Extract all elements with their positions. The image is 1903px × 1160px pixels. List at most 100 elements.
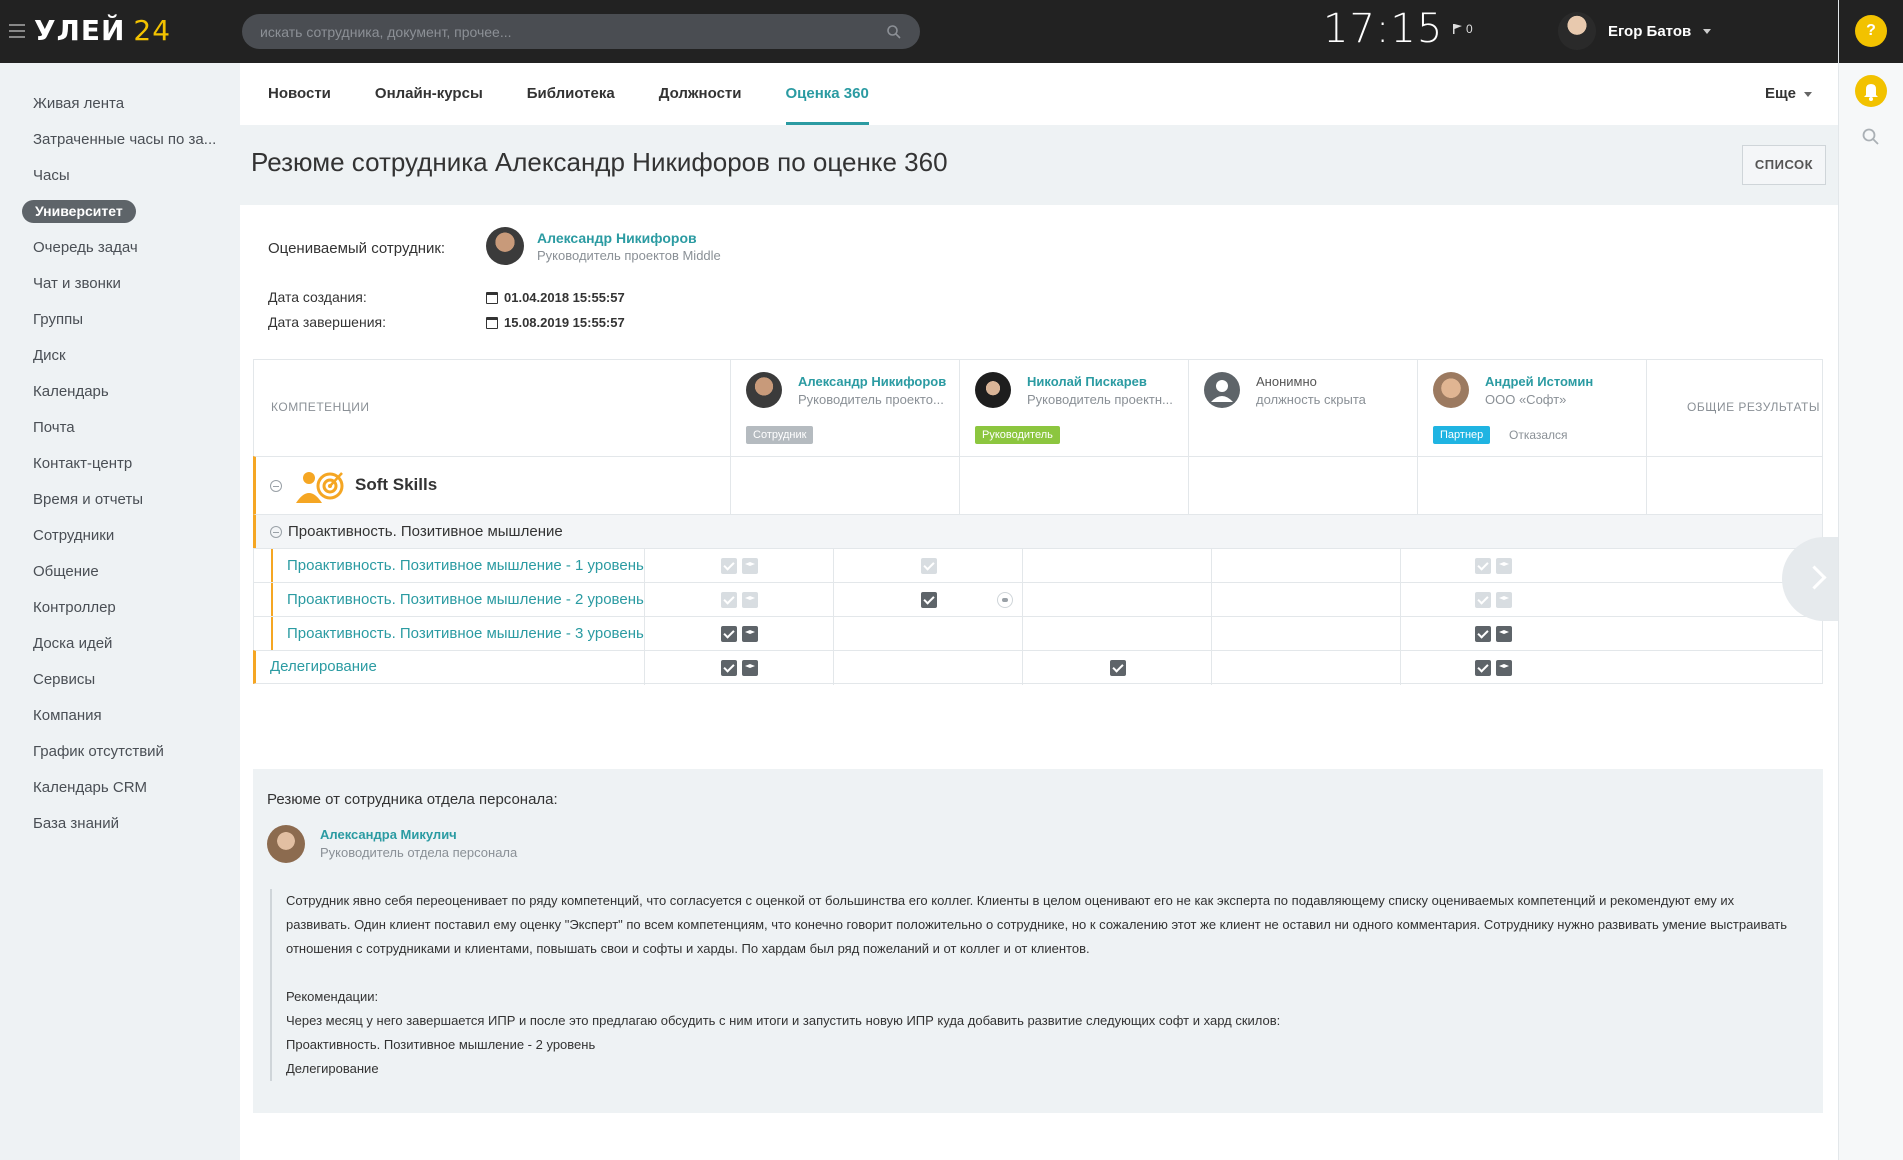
sidebar-item[interactable]: Почта: [0, 414, 235, 450]
sidebar-item[interactable]: Общение: [0, 558, 235, 594]
help-button[interactable]: ?: [1855, 15, 1887, 47]
sidebar-item[interactable]: График отсутствий: [0, 738, 235, 774]
competency-link[interactable]: Проактивность. Позитивное мышление - 1 у…: [287, 557, 644, 574]
recommendation-line: Делегирование: [286, 1061, 379, 1076]
sidebar-item[interactable]: Контакт-центр: [0, 450, 235, 486]
sidebar-item[interactable]: Сотрудники: [0, 522, 235, 558]
graduation-cap-icon: [742, 626, 758, 642]
tab-bar: Новости Онлайн-курсы Библиотека Должности Оц…: [240, 63, 1838, 125]
evaluator-name[interactable]: Андрей Истомин: [1485, 374, 1593, 389]
collapse-icon[interactable]: [270, 526, 282, 538]
menu-icon[interactable]: [9, 24, 25, 38]
check-icon: [921, 558, 937, 574]
more-menu[interactable]: Еще: [1765, 63, 1812, 125]
sidebar-item[interactable]: Сервисы: [0, 666, 235, 702]
search-bar: [242, 14, 920, 49]
sidebar-item[interactable]: Компания: [0, 702, 235, 738]
table-row: Проактивность. Позитивное мышление - 3 у…: [253, 616, 1823, 651]
finished-date: 15.08.2019 15:55:57: [486, 315, 625, 330]
user-menu[interactable]: Егор Батов: [1558, 12, 1712, 50]
author-avatar[interactable]: [267, 825, 305, 863]
evaluator-name[interactable]: Николай Пискарев: [1027, 374, 1147, 389]
sidebar-item-label: Живая лента: [33, 95, 125, 112]
created-value: 01.04.2018 15:55:57: [504, 290, 625, 305]
sidebar-item-label: Университет: [22, 200, 136, 223]
role-badge: Партнер: [1433, 426, 1491, 444]
sidebar-item-label: Доска идей: [33, 635, 113, 652]
sidebar-item[interactable]: Университет: [0, 198, 235, 234]
competency-link[interactable]: Проактивность. Позитивное мышление - 3 у…: [287, 625, 644, 642]
search-icon[interactable]: [1861, 127, 1881, 147]
table-row: Делегирование: [253, 650, 1823, 685]
logo-number: 24: [133, 14, 172, 47]
sidebar-item-label: Контакт-центр: [33, 455, 133, 472]
sidebar-item[interactable]: Доска идей: [0, 630, 235, 666]
check-icon: [921, 592, 937, 608]
sidebar-item[interactable]: Живая лента: [0, 90, 235, 126]
created-date: 01.04.2018 15:55:57: [486, 290, 625, 305]
check-icon: [721, 626, 737, 642]
soft-skills-icon: [296, 472, 344, 503]
search-icon[interactable]: [886, 24, 902, 40]
flag-count: 0: [1466, 22, 1473, 36]
sidebar-item[interactable]: Диск: [0, 342, 235, 378]
evaluated-position: Руководитель проектов Middle: [537, 248, 721, 263]
sidebar-item[interactable]: Часы: [0, 162, 235, 198]
graduation-cap-icon: [742, 660, 758, 676]
sidebar-item-label: График отсутствий: [33, 743, 164, 760]
help-area: ?: [1839, 0, 1903, 63]
tab[interactable]: Оценка 360: [785, 63, 870, 125]
summary-paragraph: Сотрудник явно себя переоценивает по ряд…: [286, 893, 1787, 956]
competencies-header: КОМПЕТЕНЦИИ: [271, 400, 370, 414]
author-name[interactable]: Александра Микулич: [320, 827, 457, 842]
sidebar-item[interactable]: Календарь CRM: [0, 774, 235, 810]
evaluator-name: Анонимно: [1256, 374, 1317, 389]
logo[interactable]: УЛЕЙ 24: [34, 14, 171, 47]
competency-link[interactable]: Делегирование: [270, 658, 377, 675]
list-button[interactable]: СПИСОК: [1742, 145, 1826, 185]
check-icon: [1475, 592, 1491, 608]
sidebar-item[interactable]: Группы: [0, 306, 235, 342]
sidebar-item-label: Почта: [33, 419, 75, 436]
recommendation-line: Проактивность. Позитивное мышление - 2 у…: [286, 1037, 596, 1052]
sidebar-item-label: Группы: [33, 311, 83, 328]
check-icon: [721, 660, 737, 676]
notifications-flag[interactable]: 0: [1453, 22, 1473, 36]
page-title: Резюме сотрудника Александр Никифоров по…: [251, 147, 948, 177]
calendar-icon: [486, 291, 498, 304]
user-name: Егор Батов: [1608, 22, 1692, 40]
sidebar-item[interactable]: Затраченные часы по за...: [0, 126, 235, 162]
logo-text: УЛЕЙ: [34, 14, 126, 47]
sidebar-item[interactable]: Время и отчеты: [0, 486, 235, 522]
group-row: Soft Skills: [253, 456, 1823, 515]
sidebar-item-label: Сервисы: [33, 671, 96, 688]
search-input[interactable]: [260, 23, 886, 40]
graduation-cap-icon: [1496, 626, 1512, 642]
sidebar-item[interactable]: База знаний: [0, 810, 235, 846]
tab[interactable]: Новости: [268, 63, 331, 125]
sidebar-item-label: Календарь: [33, 383, 109, 400]
competency-link[interactable]: Проактивность. Позитивное мышление - 2 у…: [287, 591, 644, 608]
sidebar-item-label: Затраченные часы по за...: [33, 131, 217, 148]
evaluated-avatar[interactable]: [486, 227, 524, 265]
tab[interactable]: Онлайн-курсы: [375, 63, 483, 125]
graduation-cap-icon: [1496, 558, 1512, 574]
evaluator-name[interactable]: Александр Никифоров: [798, 374, 946, 389]
comment-icon[interactable]: [997, 592, 1013, 608]
tab[interactable]: Библиотека: [527, 63, 615, 125]
anonymous-avatar-icon: [1204, 372, 1240, 408]
sidebar-item[interactable]: Контроллер: [0, 594, 235, 630]
collapse-icon[interactable]: [270, 480, 282, 492]
evaluated-name[interactable]: Александр Никифоров: [537, 230, 697, 246]
sidebar-item-label: Чат и звонки: [33, 275, 121, 292]
sidebar-item[interactable]: Чат и звонки: [0, 270, 235, 306]
bell-icon[interactable]: [1855, 75, 1887, 107]
right-rail: ?: [1838, 0, 1903, 1160]
sidebar-item[interactable]: Календарь: [0, 378, 235, 414]
sidebar-item-label: Общение: [33, 563, 99, 580]
chevron-down-icon: [1804, 91, 1812, 97]
main-content: Новости Онлайн-курсы Библиотека Должности Оц…: [240, 63, 1838, 1160]
sidebar-item[interactable]: Очередь задач: [0, 234, 235, 270]
tab[interactable]: Должности: [659, 63, 742, 125]
top-bar: УЛЕЙ24 17:15 0 Егор Батов: [0, 0, 1838, 63]
